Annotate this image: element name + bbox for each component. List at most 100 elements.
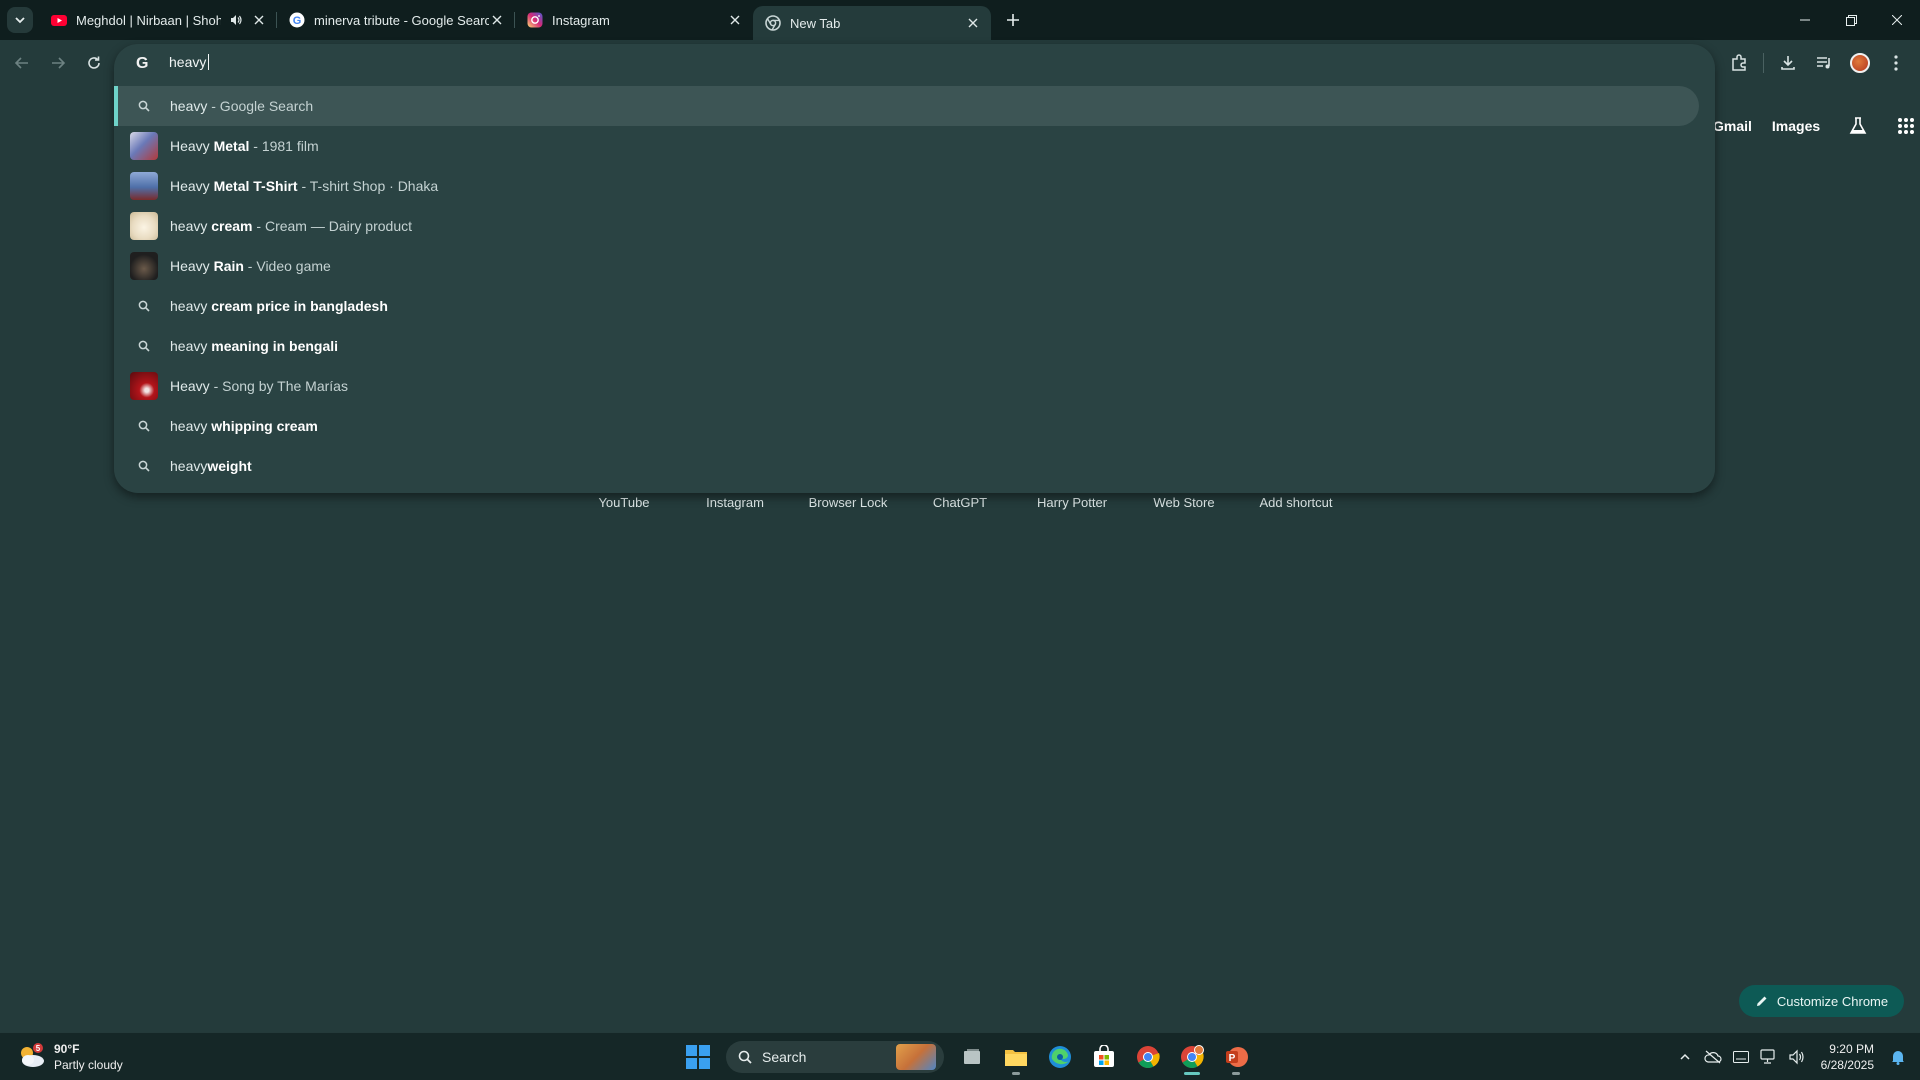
network-icon xyxy=(1760,1049,1775,1064)
tab-close-button[interactable] xyxy=(965,15,981,31)
suggestion-thumbnail xyxy=(130,372,158,400)
tab-instagram[interactable]: Instagram xyxy=(515,0,753,40)
search-highlight-image xyxy=(896,1044,936,1070)
taskbar-search[interactable]: Search xyxy=(726,1041,944,1073)
store-button[interactable] xyxy=(1086,1039,1122,1075)
suggestion-item[interactable]: heavy whipping cream xyxy=(114,406,1715,446)
restore-icon xyxy=(1845,14,1857,26)
suggestion-item[interactable]: Heavy Rain - Video game xyxy=(114,246,1715,286)
reload-button[interactable] xyxy=(76,45,112,81)
google-apps-button[interactable] xyxy=(1888,108,1920,144)
task-view-button[interactable] xyxy=(954,1039,990,1075)
chrome-icon xyxy=(1181,1045,1204,1068)
tab-close-button[interactable] xyxy=(727,12,743,28)
speaker-icon[interactable] xyxy=(229,13,243,27)
suggestion-item[interactable]: Heavy Metal T-Shirt - T-shirt Shop · Dha… xyxy=(114,166,1715,206)
search-icon xyxy=(130,292,158,320)
file-explorer-button[interactable] xyxy=(998,1039,1034,1075)
close-icon xyxy=(254,15,264,25)
suggestion-item[interactable]: heavy meaning in bengali xyxy=(114,326,1715,366)
suggestion-completion: Rain xyxy=(213,258,244,274)
omnibox-input[interactable]: G heavy xyxy=(114,44,1715,81)
shortcut-instagram[interactable]: Instagram xyxy=(679,495,791,510)
more-vert-icon xyxy=(1894,55,1898,71)
images-link[interactable]: Images xyxy=(1772,118,1820,134)
chrome-profile-button[interactable] xyxy=(1174,1039,1210,1075)
toolbar-right xyxy=(1721,45,1914,81)
task-view-icon xyxy=(964,1049,980,1064)
suggestion-text: heavy cream price in bangladesh xyxy=(170,298,388,314)
downloads-button[interactable] xyxy=(1770,45,1806,81)
menu-button[interactable] xyxy=(1878,45,1914,81)
new-tab-button[interactable] xyxy=(999,6,1027,34)
suggestion-item[interactable]: Heavy Metal - 1981 film xyxy=(114,126,1715,166)
gmail-link[interactable]: Gmail xyxy=(1713,118,1752,134)
start-button[interactable] xyxy=(680,1039,716,1075)
weather-widget[interactable]: 5 90°F Partly cloudy xyxy=(16,1041,123,1073)
notifications-button[interactable] xyxy=(1884,1043,1912,1071)
tab-close-button[interactable] xyxy=(251,12,267,28)
profile-button[interactable] xyxy=(1842,45,1878,81)
extensions-button[interactable] xyxy=(1721,45,1757,81)
suggestion-desc: - T-shirt Shop · Dhaka xyxy=(297,178,439,194)
plus-icon xyxy=(1007,14,1019,26)
omnibox-text[interactable]: heavy xyxy=(169,54,210,70)
shortcut-add[interactable]: Add shortcut xyxy=(1240,495,1352,510)
tab-youtube[interactable]: Meghdol | Nirbaan | Shohor xyxy=(39,0,277,40)
shortcut-chatgpt[interactable]: ChatGPT xyxy=(904,495,1016,510)
suggestion-desc: - Song by The Marías xyxy=(209,378,348,394)
suggestion-desc: - Video game xyxy=(243,258,331,274)
forward-button[interactable] xyxy=(40,45,76,81)
partly-cloudy-icon: 5 xyxy=(21,1043,44,1067)
minimize-icon xyxy=(1800,19,1810,21)
youtube-icon xyxy=(51,15,67,26)
shortcut-web-store[interactable]: Web Store xyxy=(1128,495,1240,510)
svg-text:G: G xyxy=(293,15,302,27)
edge-button[interactable] xyxy=(1042,1039,1078,1075)
tab-new-tab[interactable]: New Tab xyxy=(753,6,991,40)
suggestion-item[interactable]: Heavy - Song by The Marías xyxy=(114,366,1715,406)
suggestion-completion: cream xyxy=(211,218,253,234)
search-icon xyxy=(738,1050,752,1064)
svg-text:P: P xyxy=(1229,1053,1236,1064)
suggestion-query: heavy xyxy=(170,418,212,434)
shortcut-browser-lock[interactable]: Browser Lock xyxy=(792,495,904,510)
labs-button[interactable] xyxy=(1840,108,1876,144)
suggestion-text: Heavy Metal - 1981 film xyxy=(170,138,319,154)
shortcut-youtube[interactable]: YouTube xyxy=(568,495,680,510)
media-control-button[interactable] xyxy=(1806,45,1842,81)
suggestion-completion: weight xyxy=(207,458,252,474)
suggestion-text: Heavy Metal T-Shirt - T-shirt Shop · Dha… xyxy=(170,178,438,194)
tab-close-button[interactable] xyxy=(489,12,505,28)
avatar xyxy=(1850,53,1870,73)
volume-button[interactable] xyxy=(1783,1043,1811,1071)
tab-strip: Meghdol | Nirbaan | Shohor G minerva tri… xyxy=(0,0,1920,40)
omnibox-dropdown: G heavy heavy - Google Search Heavy Meta… xyxy=(114,44,1715,493)
clock[interactable]: 9:20 PM 6/28/2025 xyxy=(1821,1041,1874,1073)
shortcut-harry-potter[interactable]: Harry Potter xyxy=(1016,495,1128,510)
tab-search-button[interactable] xyxy=(7,7,33,33)
keyboard-button[interactable] xyxy=(1727,1043,1755,1071)
network-button[interactable] xyxy=(1755,1043,1783,1071)
suggestion-query: Heavy xyxy=(170,138,214,154)
powerpoint-button[interactable]: P xyxy=(1218,1039,1254,1075)
minimize-button[interactable] xyxy=(1782,0,1828,40)
weather-alert-badge: 5 xyxy=(36,1044,41,1053)
clock-date: 6/28/2025 xyxy=(1820,1058,1874,1072)
suggestion-completion: Metal T-Shirt xyxy=(213,178,298,194)
close-window-button[interactable] xyxy=(1874,0,1920,40)
store-icon xyxy=(1094,1045,1114,1067)
suggestion-item[interactable]: heavy cream price in bangladesh xyxy=(114,286,1715,326)
suggestion-thumbnail xyxy=(130,212,158,240)
onedrive-button[interactable] xyxy=(1699,1043,1727,1071)
tab-google-search[interactable]: G minerva tribute - Google Search xyxy=(277,0,515,40)
show-hidden-icons-button[interactable] xyxy=(1671,1043,1699,1071)
suggestion-item[interactable]: heavyweight xyxy=(114,446,1715,486)
chrome-button[interactable] xyxy=(1130,1039,1166,1075)
text-caret xyxy=(208,54,210,70)
suggestion-item[interactable]: heavy - Google Search xyxy=(114,86,1699,126)
back-button[interactable] xyxy=(4,45,40,81)
customize-chrome-button[interactable]: Customize Chrome xyxy=(1739,985,1904,1017)
suggestion-item[interactable]: heavy cream - Cream — Dairy product xyxy=(114,206,1715,246)
restore-button[interactable] xyxy=(1828,0,1874,40)
